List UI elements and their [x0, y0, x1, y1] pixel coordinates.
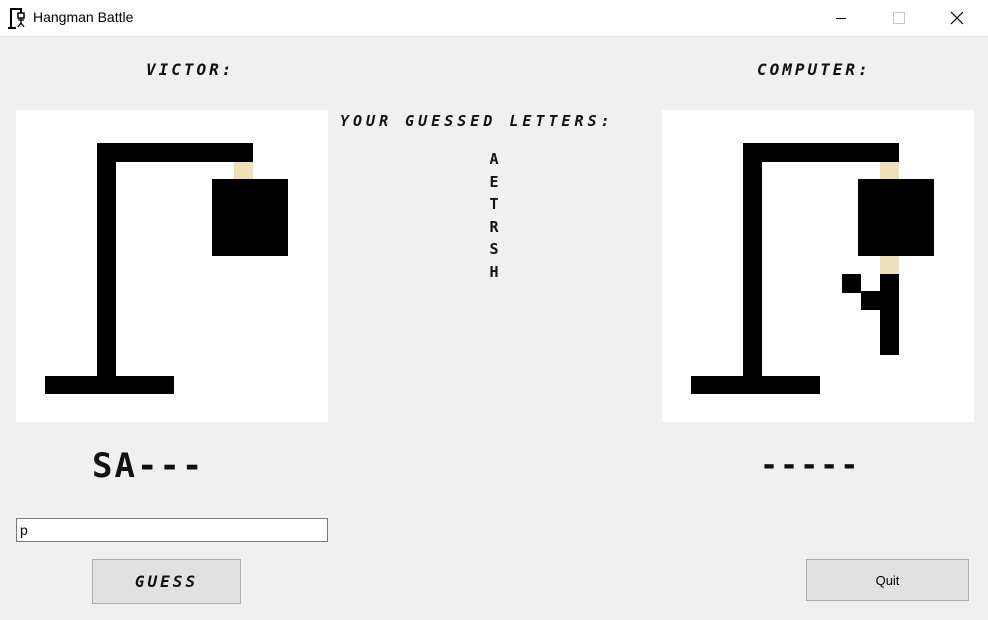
- neck: [880, 256, 899, 274]
- gallows-base: [45, 376, 174, 394]
- hangman-app-icon: [8, 8, 25, 29]
- gallows-pole: [743, 143, 762, 376]
- title-bar: Hangman Battle: [0, 0, 988, 37]
- gallows-beam: [743, 143, 899, 162]
- guess-button[interactable]: GUESS: [92, 559, 241, 604]
- computer-hangman-canvas: [662, 110, 974, 422]
- hangman-body: [880, 274, 899, 355]
- rope: [880, 162, 899, 179]
- maximize-button[interactable]: [870, 0, 928, 36]
- minimize-icon: [836, 18, 846, 19]
- hangman-arm-left-1: [861, 291, 880, 310]
- close-icon: [950, 11, 964, 25]
- hangman-arm-left-2: [842, 274, 861, 293]
- guessed-letter: E: [489, 172, 499, 191]
- computer-name-label: COMPUTER:: [757, 60, 871, 79]
- guessed-letter: T: [489, 195, 499, 213]
- guessed-letter: H: [489, 262, 499, 281]
- player-name-label: VICTOR:: [146, 60, 235, 79]
- guessed-letter: R: [489, 217, 499, 236]
- guess-input[interactable]: [16, 518, 328, 542]
- guessed-letters-title: YOUR GUESSED LETTERS:: [340, 112, 614, 130]
- close-button[interactable]: [928, 0, 986, 36]
- gallows-base: [691, 376, 820, 394]
- guessed-letter: S: [489, 240, 499, 258]
- player-word-progress: SA---: [92, 446, 205, 486]
- computer-hangman-drawing: [691, 143, 934, 394]
- quit-button-label: Quit: [875, 572, 900, 588]
- computer-word-progress: -----: [760, 448, 861, 483]
- window-title: Hangman Battle: [33, 9, 134, 25]
- rope: [234, 162, 253, 179]
- guess-button-label: GUESS: [134, 572, 199, 591]
- guessed-letters-list: A E T R S H: [480, 148, 508, 283]
- guessed-letter: A: [489, 150, 499, 168]
- hangman-head: [858, 179, 934, 256]
- player-hangman-canvas: [16, 110, 328, 422]
- player-hangman-drawing: [45, 143, 288, 394]
- minimize-button[interactable]: [812, 0, 870, 36]
- gallows-beam: [97, 143, 253, 162]
- quit-button[interactable]: Quit: [806, 559, 969, 601]
- maximize-icon: [893, 12, 905, 24]
- hangman-head: [212, 179, 288, 256]
- gallows-pole: [97, 143, 116, 376]
